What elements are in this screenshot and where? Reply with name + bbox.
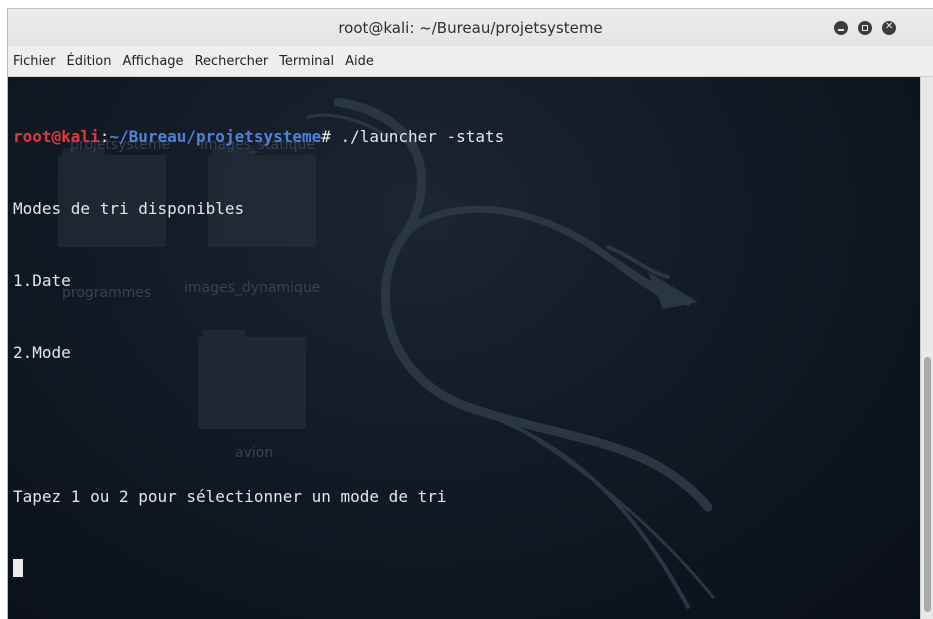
command-text: ./launcher -stats: [340, 127, 505, 146]
maximize-button[interactable]: [858, 21, 872, 35]
menu-terminal[interactable]: Terminal: [274, 46, 340, 77]
title-bar[interactable]: root@kali: ~/Bureau/projetsysteme ✕: [8, 9, 933, 46]
terminal-area[interactable]: projetsysteme images_statique programmes…: [8, 77, 920, 619]
menu-affichage[interactable]: Affichage: [117, 46, 189, 77]
command-line: root@kali:~/Bureau/projetsysteme# ./laun…: [13, 125, 910, 149]
vertical-scrollbar[interactable]: [920, 77, 933, 619]
minimize-icon: [838, 29, 844, 31]
menu-rechercher[interactable]: Rechercher: [190, 46, 275, 77]
scrollbar-thumb[interactable]: [924, 357, 931, 612]
window-title: root@kali: ~/Bureau/projetsysteme: [338, 19, 603, 37]
output-line: Tapez 1 ou 2 pour sélectionner un mode d…: [13, 487, 447, 506]
menu-bar: Fichier Édition Affichage Rechercher Termina…: [8, 46, 933, 77]
prompt-path: ~/Bureau/projetsysteme: [109, 127, 322, 146]
prompt-user: root@kali: [13, 127, 100, 146]
minimize-button[interactable]: [834, 21, 848, 35]
output-line: 2.Mode: [13, 343, 71, 362]
menu-fichier[interactable]: Fichier: [8, 46, 62, 77]
menu-edition[interactable]: Édition: [62, 46, 118, 77]
terminal-output: root@kali:~/Bureau/projetsysteme# ./laun…: [13, 77, 910, 619]
maximize-icon: [862, 25, 868, 31]
terminal-window: root@kali: ~/Bureau/projetsysteme ✕ Fich…: [7, 8, 933, 619]
output-line: 1.Date: [13, 271, 71, 290]
close-button[interactable]: ✕: [882, 21, 896, 35]
output-line: Modes de tri disponibles: [13, 199, 245, 218]
prompt-symbol: #: [321, 127, 341, 146]
close-icon: ✕: [885, 21, 894, 32]
prompt-colon: :: [99, 127, 110, 146]
text-cursor: [13, 559, 23, 577]
input-line[interactable]: [13, 557, 910, 581]
menu-aide[interactable]: Aide: [340, 46, 380, 77]
